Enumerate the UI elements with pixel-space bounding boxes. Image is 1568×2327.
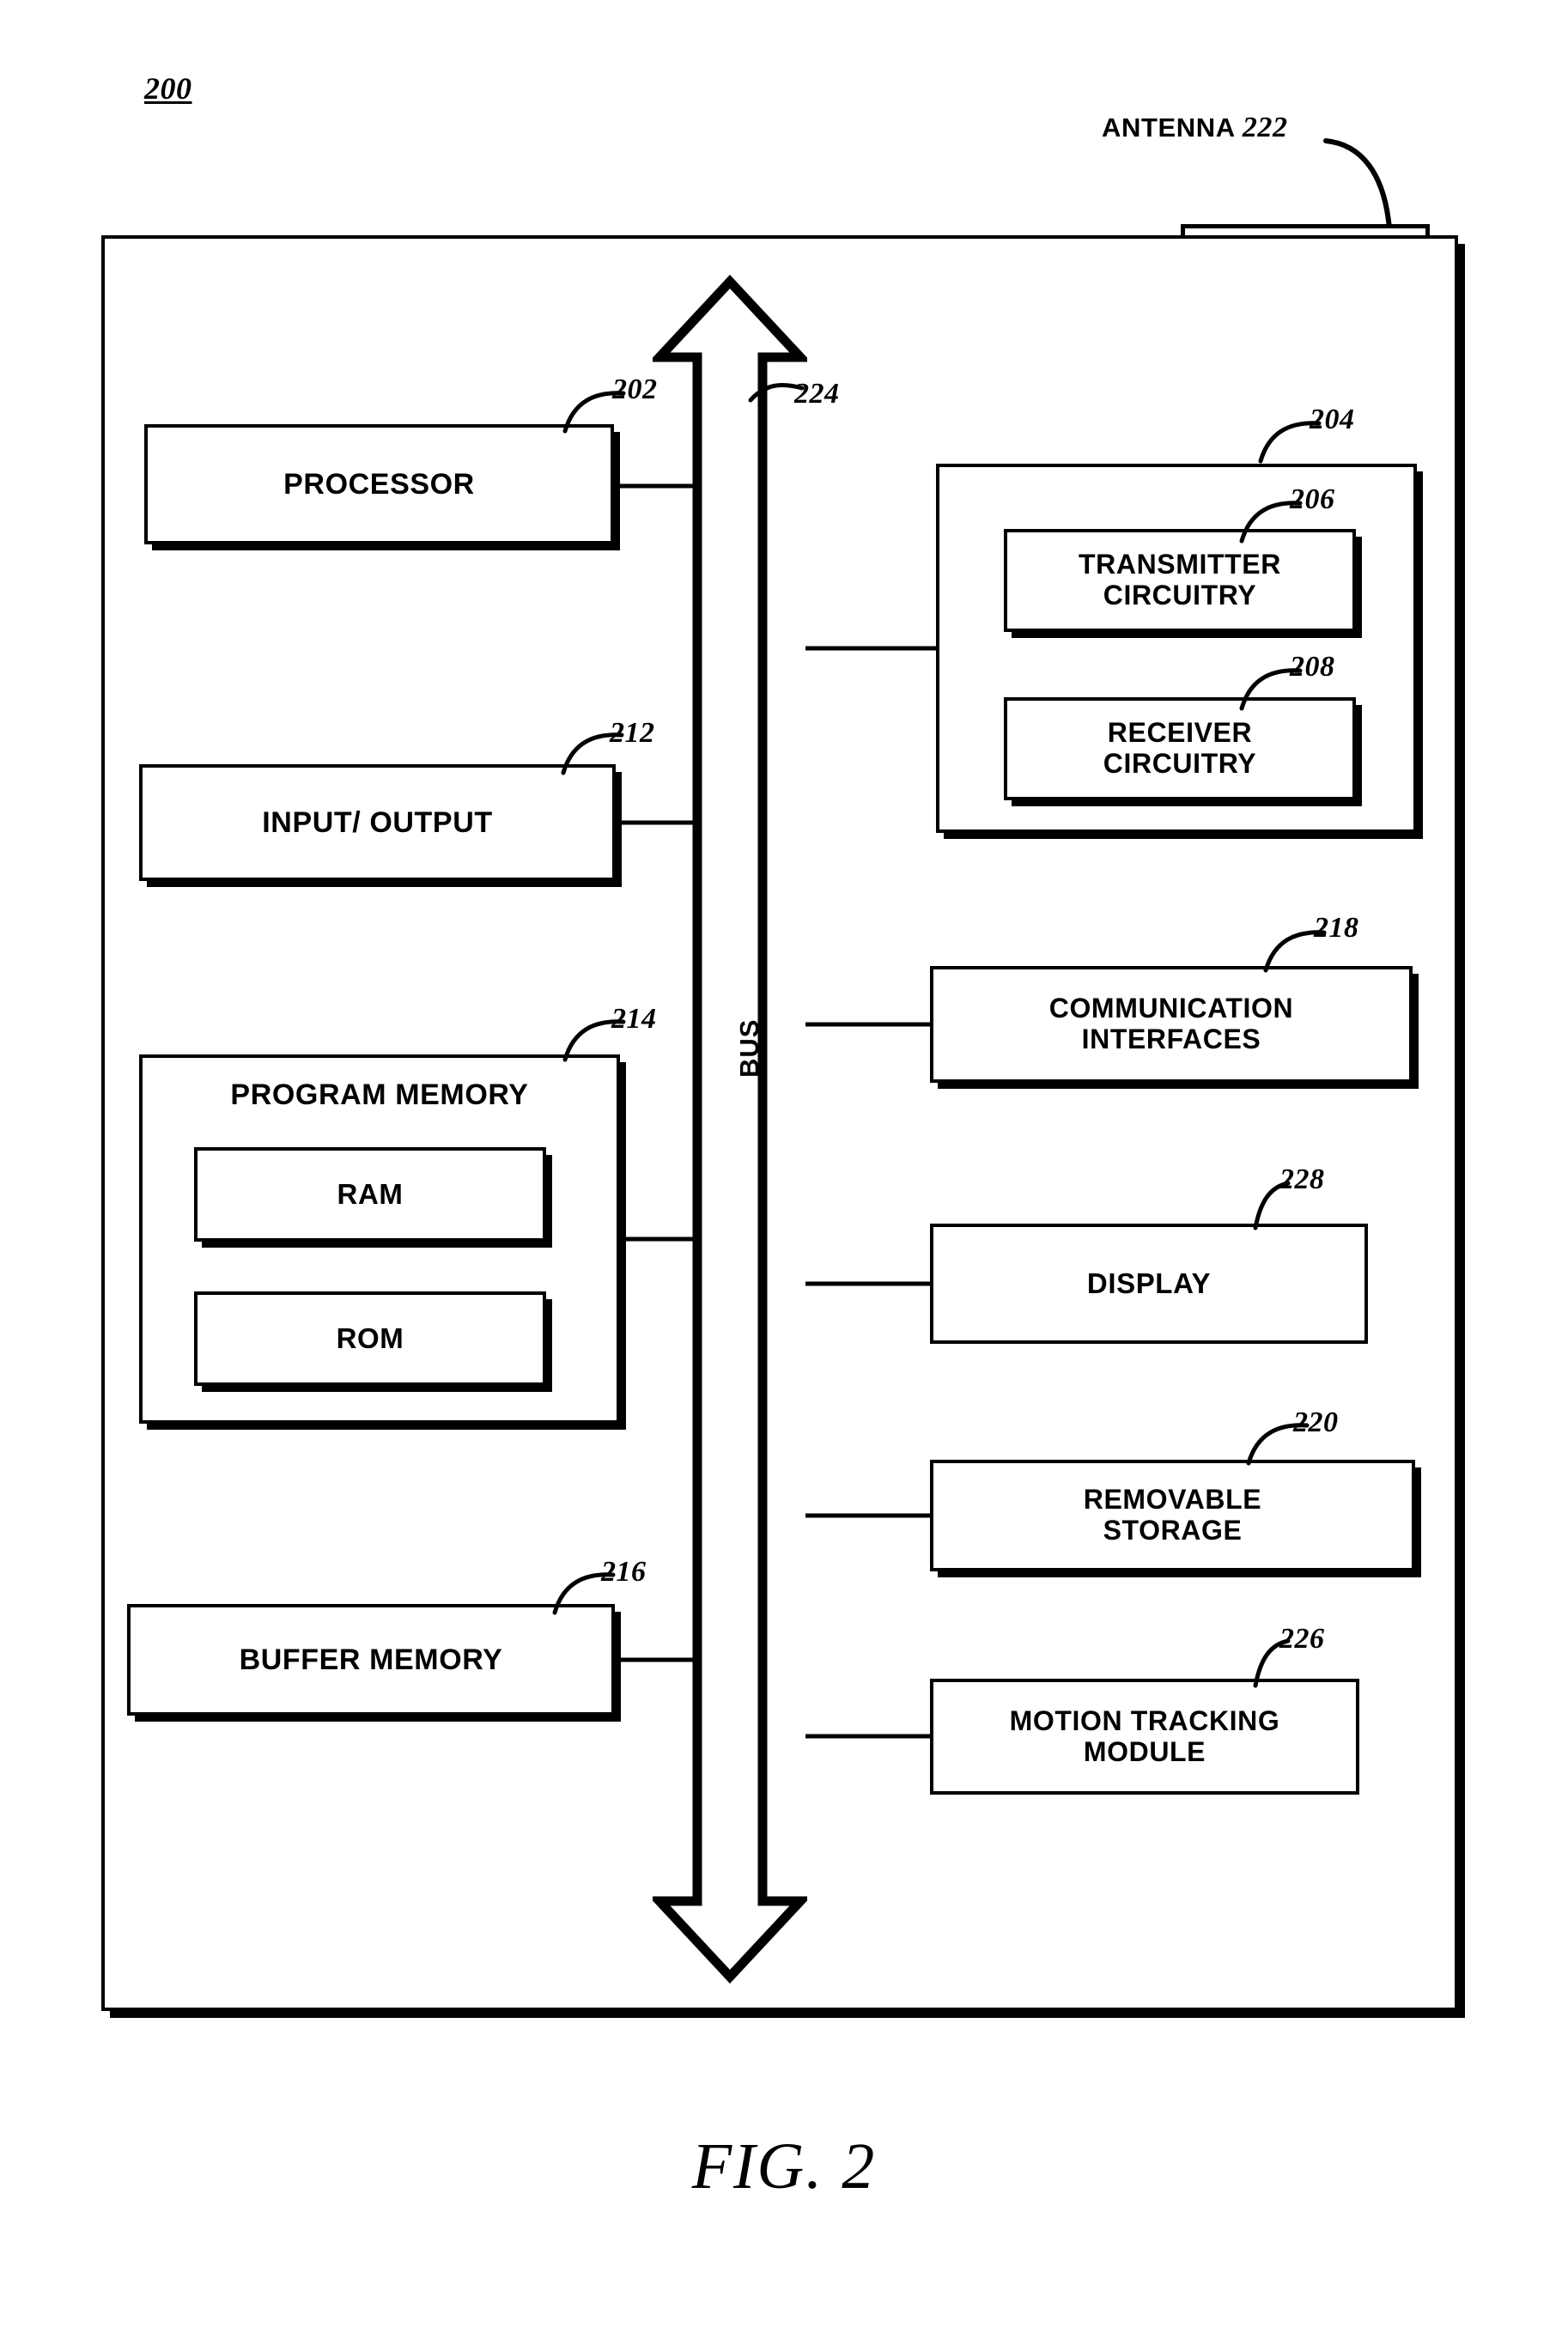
block-rom[interactable]: ROM bbox=[194, 1291, 546, 1386]
bus-arrow bbox=[653, 275, 807, 1984]
transmitter-line-1: TRANSMITTER bbox=[1079, 549, 1281, 580]
figure-canvas: 200 ANTENNA 222 BUS 224 PROCESSOR 202 IN… bbox=[0, 0, 1568, 2327]
block-removable-storage[interactable]: REMOVABLE STORAGE bbox=[930, 1460, 1415, 1571]
motion-tracking-line-2: MODULE bbox=[1083, 1735, 1206, 1767]
block-buffer-memory[interactable]: BUFFER MEMORY bbox=[127, 1604, 615, 1716]
block-radio-circuitry[interactable]: TRANSMITTER CIRCUITRY RECEIVER CIRCUITRY bbox=[936, 464, 1417, 833]
transmitter-line-2: CIRCUITRY bbox=[1103, 580, 1257, 611]
receiver-line-1: RECEIVER bbox=[1107, 717, 1253, 749]
block-input-output[interactable]: INPUT/ OUTPUT bbox=[139, 764, 616, 881]
reference-204: 204 bbox=[1310, 404, 1355, 435]
removable-storage-line-2: STORAGE bbox=[1103, 1515, 1243, 1546]
block-display[interactable]: DISPLAY bbox=[930, 1224, 1368, 1344]
reference-208: 208 bbox=[1290, 651, 1335, 683]
block-processor[interactable]: PROCESSOR bbox=[144, 424, 614, 544]
block-communication-interfaces-label: COMMUNICATION INTERFACES bbox=[1049, 993, 1294, 1055]
communication-line-2: INTERFACES bbox=[1081, 1024, 1261, 1054]
reference-228: 228 bbox=[1279, 1164, 1325, 1195]
block-program-memory[interactable]: PROGRAM MEMORY RAM ROM bbox=[139, 1054, 620, 1424]
block-processor-label: PROCESSOR bbox=[283, 467, 475, 501]
reference-206: 206 bbox=[1290, 483, 1335, 515]
block-transmitter-circuitry-label: TRANSMITTER CIRCUITRY bbox=[1079, 549, 1281, 611]
block-display-label: DISPLAY bbox=[1086, 1267, 1212, 1299]
block-motion-tracking-module-label: MOTION TRACKING MODULE bbox=[1009, 1704, 1280, 1768]
block-input-output-label: INPUT/ OUTPUT bbox=[262, 805, 493, 839]
reference-202: 202 bbox=[612, 374, 658, 405]
figure-caption: FIG. 2 bbox=[691, 2130, 877, 2202]
reference-226: 226 bbox=[1279, 1623, 1325, 1655]
communication-line-1: COMMUNICATION bbox=[1048, 993, 1294, 1024]
reference-218: 218 bbox=[1314, 912, 1359, 944]
block-motion-tracking-module[interactable]: MOTION TRACKING MODULE bbox=[930, 1679, 1359, 1795]
reference-212: 212 bbox=[610, 717, 655, 749]
removable-storage-line-1: REMOVABLE bbox=[1083, 1484, 1262, 1516]
block-receiver-circuitry-label: RECEIVER CIRCUITRY bbox=[1103, 717, 1257, 780]
block-program-memory-label: PROGRAM MEMORY bbox=[230, 1078, 529, 1111]
block-ram-label: RAM bbox=[337, 1177, 404, 1210]
reference-220: 220 bbox=[1293, 1407, 1339, 1438]
block-ram[interactable]: RAM bbox=[194, 1147, 546, 1242]
receiver-line-2: CIRCUITRY bbox=[1103, 748, 1257, 779]
reference-214: 214 bbox=[611, 1003, 657, 1035]
reference-224: 224 bbox=[794, 378, 840, 410]
block-buffer-memory-label: BUFFER MEMORY bbox=[239, 1643, 503, 1676]
reference-216: 216 bbox=[601, 1556, 647, 1588]
block-communication-interfaces[interactable]: COMMUNICATION INTERFACES bbox=[930, 966, 1413, 1083]
motion-tracking-line-1: MOTION TRACKING bbox=[1009, 1704, 1280, 1736]
block-removable-storage-label: REMOVABLE STORAGE bbox=[1083, 1484, 1262, 1546]
bus-label: BUS bbox=[734, 1018, 764, 1078]
block-rom-label: ROM bbox=[336, 1321, 404, 1354]
